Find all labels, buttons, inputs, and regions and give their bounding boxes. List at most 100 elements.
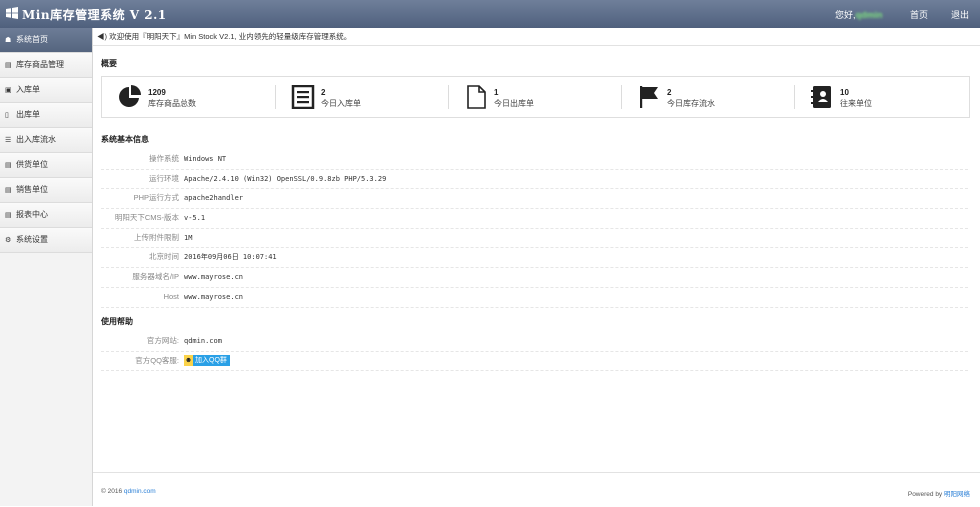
top-bar: Min库存管理系统 V 2.1 您好,qdmin 首页 退出 bbox=[0, 0, 980, 28]
info-key: Host bbox=[163, 291, 179, 301]
official-site-link[interactable]: qdmin.com bbox=[184, 332, 222, 351]
stat-value: 10 bbox=[840, 88, 849, 97]
sidebar-item-reports[interactable]: ▤ 报表中心 bbox=[0, 203, 92, 228]
table-row: 北京时间 2016年09月06日 10:07:41 bbox=[101, 248, 968, 269]
table-row: 操作系统 Windows NT bbox=[101, 150, 968, 170]
sidebar-item-inbound[interactable]: ▣ 入库单 bbox=[0, 78, 92, 103]
table-row: 明阳天下CMS-版本 v-5.1 bbox=[101, 209, 968, 229]
sidebar-item-label: 入库单 bbox=[16, 85, 40, 94]
gear-icon: ⚙ bbox=[5, 237, 12, 244]
info-key: 运行环境 bbox=[149, 173, 179, 183]
divider bbox=[794, 85, 795, 109]
sidebar-item-label: 出入库流水 bbox=[16, 135, 56, 144]
sidebar-item-label: 供货单位 bbox=[16, 160, 48, 169]
stat-value: 2 bbox=[321, 88, 326, 97]
info-key: 北京时间 bbox=[149, 252, 179, 262]
info-key: 官方QQ客服: bbox=[135, 355, 179, 365]
main-content: ◀) 欢迎使用『明阳天下』Min Stock V2.1, 业内领先的轻量级库存管… bbox=[93, 28, 980, 507]
stat-today-inbound: 2 今日入库单 bbox=[275, 77, 448, 117]
sidebar-item-label: 报表中心 bbox=[16, 210, 48, 219]
info-value: v-5.1 bbox=[184, 214, 206, 223]
pie-chart-icon bbox=[119, 85, 141, 107]
sidebar-item-label: 销售单位 bbox=[16, 185, 48, 194]
sysinfo-title: 系统基本信息 bbox=[101, 135, 149, 144]
logout-link[interactable]: 退出 bbox=[951, 8, 969, 21]
document-icon: ▯ bbox=[5, 112, 9, 119]
list-icon: ▤ bbox=[5, 187, 12, 194]
home-link[interactable]: 首页 bbox=[910, 8, 928, 21]
list-icon: ▤ bbox=[5, 62, 12, 69]
footer: © 2016 qdmin.com Powered by 明阳网络 bbox=[93, 472, 980, 507]
stat-label: 今日出库单 bbox=[494, 99, 534, 108]
divider bbox=[448, 85, 449, 109]
info-value: Windows NT bbox=[184, 155, 227, 163]
stat-partners: 10 往来单位 bbox=[794, 77, 967, 117]
notice-bar: ◀) 欢迎使用『明阳天下』Min Stock V2.1, 业内领先的轻量级库存管… bbox=[93, 28, 980, 46]
flag-icon bbox=[640, 86, 658, 108]
table-row: 运行环境 Apache/2.4.10 (Win32) OpenSSL/0.9.8… bbox=[101, 170, 968, 190]
sidebar-item-stock-flow[interactable]: ☰ 出入库流水 bbox=[0, 128, 92, 153]
info-value: apache2handler bbox=[184, 194, 244, 203]
list-icon: ▤ bbox=[5, 162, 12, 169]
stat-value: 2 bbox=[667, 88, 672, 97]
report-icon: ▤ bbox=[5, 212, 12, 219]
powered-by: Powered by 明阳网络 bbox=[908, 488, 970, 498]
table-row: 上传附件限制 1M bbox=[101, 229, 968, 249]
sidebar-item-suppliers[interactable]: ▤ 供货单位 bbox=[0, 153, 92, 178]
app-title: Min库存管理系统 V 2.1 bbox=[22, 8, 167, 22]
info-value: 1M bbox=[184, 233, 193, 242]
sidebar-item-outbound[interactable]: ▯ 出库单 bbox=[0, 103, 92, 128]
sidebar-item-settings[interactable]: ⚙ 系统设置 bbox=[0, 228, 92, 253]
info-value: Apache/2.4.10 (Win32) OpenSSL/0.9.8zb PH… bbox=[184, 174, 387, 183]
copyright-link[interactable]: qdmin.com bbox=[124, 488, 156, 495]
windows-logo-icon bbox=[6, 7, 18, 19]
table-row: Host www.mayrose.cn bbox=[101, 288, 968, 308]
help-title: 使用帮助 bbox=[101, 317, 133, 326]
copyright: © 2016 qdmin.com bbox=[101, 488, 156, 495]
divider bbox=[621, 85, 622, 109]
stat-label: 库存商品总数 bbox=[148, 99, 196, 108]
table-row: 官方QQ客服: ☻ 加入QQ群 bbox=[101, 352, 968, 372]
info-key: 官方网站: bbox=[146, 336, 179, 345]
overview-title: 概要 bbox=[101, 59, 117, 68]
list-doc-icon bbox=[291, 85, 315, 109]
list-icon: ☰ bbox=[5, 137, 12, 144]
table-row: PHP运行方式 apache2handler bbox=[101, 189, 968, 210]
stat-label: 今日入库单 bbox=[321, 99, 361, 108]
info-value: ☻ 加入QQ群 bbox=[184, 352, 230, 371]
sidebar-item-stock-goods[interactable]: ▤ 库存商品管理 bbox=[0, 53, 92, 78]
notice-text: 欢迎使用『明阳天下』Min Stock V2.1, 业内领先的轻量级库存管理系统… bbox=[109, 32, 352, 41]
contacts-icon bbox=[811, 86, 831, 108]
info-value: www.mayrose.cn bbox=[184, 273, 244, 282]
table-row: 官方网站: qdmin.com bbox=[101, 332, 968, 352]
greeting-text: 您好, bbox=[835, 10, 856, 20]
user-name[interactable]: qdmin bbox=[856, 10, 883, 20]
qq-people-icon: ☻ bbox=[184, 355, 193, 367]
info-key: 上传附件限制 bbox=[134, 232, 179, 242]
stat-value: 1 bbox=[494, 88, 499, 97]
blank-doc-icon bbox=[467, 85, 486, 109]
table-row: 服务器域名/IP www.mayrose.cn bbox=[101, 268, 968, 288]
sidebar-item-label: 出库单 bbox=[16, 110, 40, 119]
powered-link[interactable]: 明阳网络 bbox=[944, 491, 970, 498]
speaker-icon: ◀) bbox=[97, 32, 107, 41]
info-key: 服务器域名/IP bbox=[132, 272, 179, 282]
help-table: 官方网站: qdmin.com 官方QQ客服: ☻ 加入QQ群 bbox=[101, 332, 968, 372]
divider bbox=[275, 85, 276, 109]
sysinfo-table: 操作系统 Windows NT 运行环境 Apache/2.4.10 (Win3… bbox=[101, 150, 968, 308]
info-value: 2016年09月06日 10:07:41 bbox=[184, 253, 277, 262]
join-qq-group-button[interactable]: ☻ 加入QQ群 bbox=[184, 355, 230, 367]
info-key: 操作系统 bbox=[149, 154, 179, 163]
user-greeting: 您好,qdmin bbox=[835, 8, 883, 21]
sidebar-item-customers[interactable]: ▤ 销售单位 bbox=[0, 178, 92, 203]
sidebar-item-home[interactable]: ☗ 系统首页 bbox=[0, 28, 92, 53]
copyright-text: © 2016 bbox=[101, 488, 124, 495]
stat-value: 1209 bbox=[148, 88, 166, 97]
button-label: 加入QQ群 bbox=[195, 357, 227, 365]
stat-total-goods: 1209 库存商品总数 bbox=[102, 77, 275, 117]
stat-label: 今日库存流水 bbox=[667, 99, 715, 108]
stat-today-outbound: 1 今日出库单 bbox=[448, 77, 621, 117]
overview-stats: 1209 库存商品总数 2 今日入库单 1 今日出库单 2 今日库存流水 10 … bbox=[101, 76, 970, 118]
powered-text: Powered by bbox=[907, 491, 944, 498]
info-key: PHP运行方式 bbox=[133, 193, 179, 203]
